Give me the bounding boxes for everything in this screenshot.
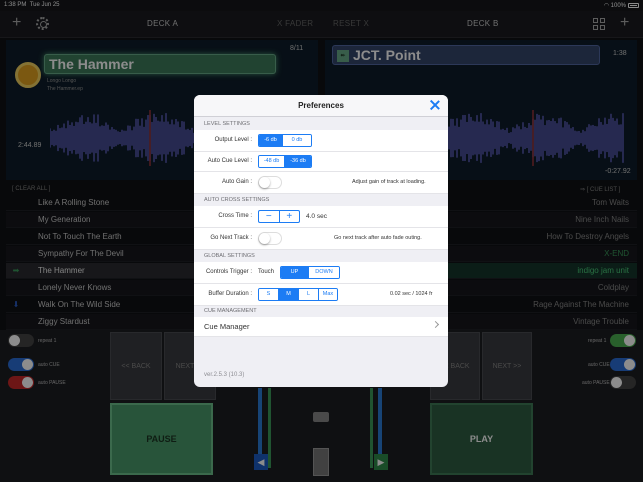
output-level-0[interactable]: 0 db (283, 135, 311, 146)
touch-label: Touch (258, 269, 275, 275)
controls-trigger-label: Controls Trigger : (205, 269, 252, 275)
auto-cue-level-row: Auto Cue Level : -48 db -36 db (194, 152, 448, 172)
close-icon[interactable] (430, 100, 440, 110)
output-level-label: Output Level : (214, 137, 252, 143)
global-settings-header: GLOBAL SETTINGS (204, 253, 255, 259)
auto-gain-label: Auto Gain : (221, 179, 252, 185)
buffer-l[interactable]: L (299, 289, 319, 300)
buffer-m[interactable]: M (279, 289, 299, 300)
auto-cross-settings-header: AUTO CROSS SETTINGS (204, 197, 270, 203)
go-next-row: Go Next Track : Go next track after auto… (194, 228, 448, 250)
auto-cue-level-segment[interactable]: -48 db -36 db (258, 155, 312, 168)
buffer-value: 0.02 sec / 1024 fr (390, 291, 433, 297)
output-level-segment[interactable]: -6 db 0 db (258, 134, 312, 147)
cross-time-value: 4.0 sec (306, 213, 327, 220)
trigger-up[interactable]: UP (281, 267, 309, 278)
level-settings-header: LEVEL SETTINGS (204, 121, 250, 127)
stepper-minus-button[interactable]: − (259, 211, 280, 222)
buffer-duration-row: Buffer Duration : S M L Max 0.02 sec / 1… (194, 284, 448, 306)
auto-cue-level-label: Auto Cue Level : (207, 158, 252, 164)
trigger-down[interactable]: DOWN (309, 267, 339, 278)
controls-trigger-row: Controls Trigger : Touch UP DOWN (194, 262, 448, 284)
output-level-minus6[interactable]: -6 db (259, 135, 283, 146)
go-next-note: Go next track after auto fade outing. (334, 235, 422, 241)
go-next-label: Go Next Track : (210, 235, 252, 241)
controls-trigger-segment[interactable]: UP DOWN (280, 266, 340, 279)
buffer-s[interactable]: S (259, 289, 279, 300)
preferences-header: Preferences (194, 95, 448, 117)
go-next-toggle[interactable] (258, 232, 282, 245)
cue-level-minus48[interactable]: -48 db (259, 156, 285, 167)
buffer-duration-label: Buffer Duration : (208, 291, 252, 297)
output-level-row: Output Level : -6 db 0 db (194, 130, 448, 152)
auto-gain-row: Auto Gain : Adjust gain of track at load… (194, 172, 448, 194)
buffer-max[interactable]: Max (319, 289, 337, 300)
preferences-dialog: Preferences LEVEL SETTINGS Output Level … (194, 95, 448, 387)
auto-gain-toggle[interactable] (258, 176, 282, 189)
cross-time-stepper[interactable]: − + (258, 210, 300, 223)
cross-time-row: Cross Time : − + 4.0 sec (194, 206, 448, 228)
preferences-title: Preferences (298, 101, 344, 110)
chevron-right-icon (431, 320, 440, 329)
cue-manager-label: Cue Manager (204, 322, 250, 331)
auto-gain-note: Adjust gain of track at loading. (352, 179, 426, 185)
buffer-duration-segment[interactable]: S M L Max (258, 288, 338, 301)
cue-manager-row[interactable]: Cue Manager (194, 317, 448, 337)
cue-management-header: CUE MANAGEMENT (204, 308, 257, 314)
cross-time-label: Cross Time : (218, 213, 252, 219)
stepper-plus-button[interactable]: + (280, 211, 300, 222)
cue-level-minus36[interactable]: -36 db (285, 156, 311, 167)
version-label: ver.2.5.3 (10.3) (204, 372, 245, 378)
